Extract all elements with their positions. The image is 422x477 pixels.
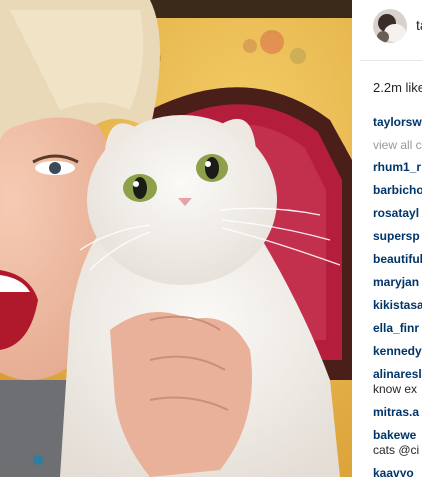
- author-avatar[interactable]: [373, 9, 407, 43]
- comment-list: taylorswift view all comments rhum1_r ba…: [373, 115, 422, 477]
- comment-text: cats @ci: [373, 443, 420, 457]
- comment-item: barbicho: [373, 183, 422, 198]
- comment-username[interactable]: kikistasa: [373, 298, 422, 312]
- selfie-with-cat-image: [0, 0, 352, 477]
- comment-item: rosatayl: [373, 206, 422, 221]
- comment-item: alinaresl know ex: [373, 367, 422, 397]
- header-divider: [360, 60, 422, 61]
- post-photo[interactable]: [0, 0, 352, 477]
- comment-item: ella_finr: [373, 321, 422, 336]
- profile-photo-icon: [373, 9, 407, 43]
- comment-item: beautiful: [373, 252, 422, 267]
- comment-username[interactable]: bakewe: [373, 428, 422, 443]
- comment-item: kikistasa: [373, 298, 422, 313]
- comment-username[interactable]: beautiful: [373, 252, 422, 266]
- author-username[interactable]: taylorswift: [416, 17, 422, 33]
- comment-username[interactable]: mitras.a: [373, 405, 419, 419]
- comment-username[interactable]: kaavyo: [373, 466, 414, 477]
- comment-username[interactable]: rosatayl: [373, 206, 419, 220]
- comment-item: mitras.a: [373, 405, 422, 420]
- comment-username[interactable]: rhum1_r: [373, 160, 421, 174]
- post-header: taylorswift: [352, 0, 422, 60]
- comment-username[interactable]: maryjan: [373, 275, 419, 289]
- comment-text: know ex: [373, 382, 418, 396]
- view-all-comments-link[interactable]: view all comments: [373, 138, 422, 153]
- comment-username[interactable]: kennedy: [373, 344, 422, 358]
- comment-item: supersp: [373, 229, 422, 244]
- comment-username[interactable]: barbicho: [373, 183, 422, 197]
- comment-item: kennedy: [373, 344, 422, 359]
- caption-username[interactable]: taylorswift: [373, 115, 422, 130]
- comment-username[interactable]: supersp: [373, 229, 420, 243]
- comment-item: kaavyo: [373, 466, 422, 477]
- comment-username[interactable]: ella_finr: [373, 321, 419, 335]
- comment-item: rhum1_r: [373, 160, 422, 175]
- comment-username[interactable]: alinaresl: [373, 367, 422, 382]
- like-count[interactable]: 2.2m likes: [373, 80, 422, 95]
- post-details-panel: taylorswift 2.2m likes taylorswift view …: [352, 0, 422, 477]
- comment-item: maryjan: [373, 275, 422, 290]
- comment-item: bakewe cats @ci: [373, 428, 422, 458]
